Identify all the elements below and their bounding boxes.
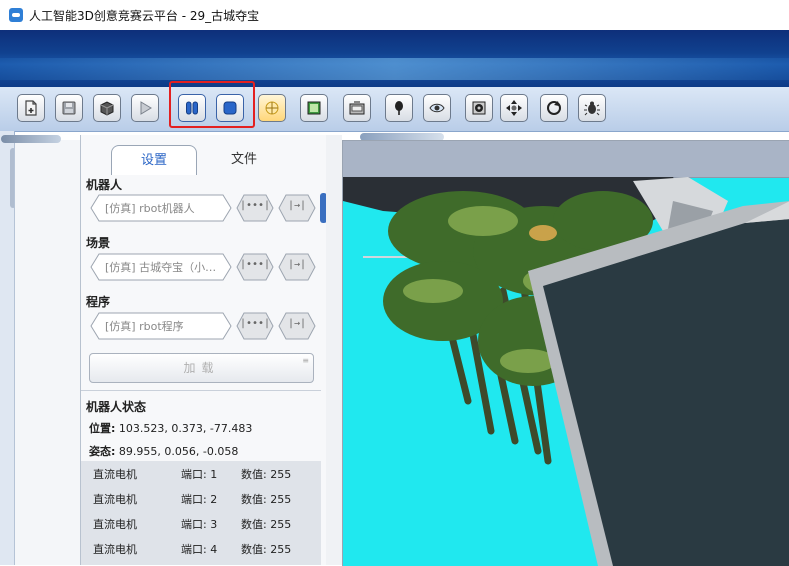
program-selector[interactable]: [仿真] rbot程序 [89, 311, 233, 341]
robot-apply-button[interactable]: |→| [278, 193, 316, 223]
scene-selector[interactable]: [仿真] 古城夺宝（小… [89, 252, 233, 282]
robot-section-title: 机器人 [86, 178, 123, 192]
bug-icon[interactable] [578, 94, 606, 122]
divider [81, 390, 321, 391]
camera-icon[interactable] [343, 94, 371, 122]
picture-icon[interactable] [300, 94, 328, 122]
box-icon[interactable] [93, 94, 121, 122]
scene-apply-button[interactable]: |→| [278, 252, 316, 282]
motor-row: 直流电机 端口: 3 数值: 255 [93, 518, 292, 531]
tab-file[interactable]: 文件 [201, 145, 287, 175]
title-bar: 人工智能3D创意竞赛云平台 - 29_古城夺宝 [0, 0, 789, 31]
load-button-label: 加载 [183, 361, 220, 375]
tree-icon[interactable] [385, 94, 413, 122]
direction-icon[interactable] [500, 94, 528, 122]
rotate-icon[interactable] [540, 94, 568, 122]
motor-row: 直流电机 端口: 1 数值: 255 [93, 468, 292, 481]
save-icon[interactable] [55, 94, 83, 122]
motor-row: 直流电机 端口: 4 数值: 255 [93, 543, 292, 556]
toolbar [0, 87, 789, 132]
move-view-icon[interactable] [258, 94, 286, 122]
splitter[interactable] [326, 135, 342, 565]
app-logo-icon [9, 8, 23, 22]
tab-settings[interactable]: 设置 [111, 145, 197, 175]
3d-viewport[interactable] [342, 140, 789, 566]
left-side-panel [1, 135, 81, 565]
program-selector-value: [仿真] rbot程序 [105, 320, 184, 333]
motor-row: 直流电机 端口: 2 数值: 255 [93, 493, 292, 506]
play-icon[interactable] [131, 94, 159, 122]
robot-selector-value: [仿真] rbot机器人 [105, 202, 195, 215]
new-file-icon[interactable] [17, 94, 45, 122]
load-button[interactable]: 加载 ≡ [89, 353, 314, 383]
eye-view-icon[interactable] [423, 94, 451, 122]
motor-list: 直流电机 端口: 1 数值: 255 直流电机 端口: 2 数值: 255 直流… [81, 461, 321, 565]
scene-browse-button[interactable]: |•••| [236, 252, 274, 282]
robot-browse-button[interactable]: |•••| [236, 193, 274, 223]
window-title: 人工智能3D创意竞赛云平台 - 29_古城夺宝 [29, 8, 260, 23]
highlight-box [169, 81, 255, 128]
robot-selector[interactable]: [仿真] rbot机器人 [89, 193, 233, 223]
scene-selector-value: [仿真] 古城夺宝（小… [105, 261, 217, 274]
robot-status-title: 机器人状态 [86, 400, 147, 414]
settings-panel: 设置 文件 机器人 [仿真] rbot机器人 |•••| |→| 场景 [仿真]… [80, 135, 328, 565]
position-readout: 位置: 103.523, 0.373, -77.483 [89, 422, 253, 435]
program-apply-button[interactable]: |→| [278, 311, 316, 341]
scene-render [343, 177, 789, 566]
attitude-readout: 姿态: 89.955, 0.056, -0.058 [89, 445, 239, 458]
grip-icon: ≡ [302, 356, 309, 365]
program-section-title: 程序 [86, 295, 111, 309]
header-banner [0, 30, 789, 87]
gear-icon[interactable] [465, 94, 493, 122]
tab-bar: 设置 文件 [81, 135, 327, 175]
program-browse-button[interactable]: |•••| [236, 311, 274, 341]
scene-section-title: 场景 [86, 236, 111, 250]
